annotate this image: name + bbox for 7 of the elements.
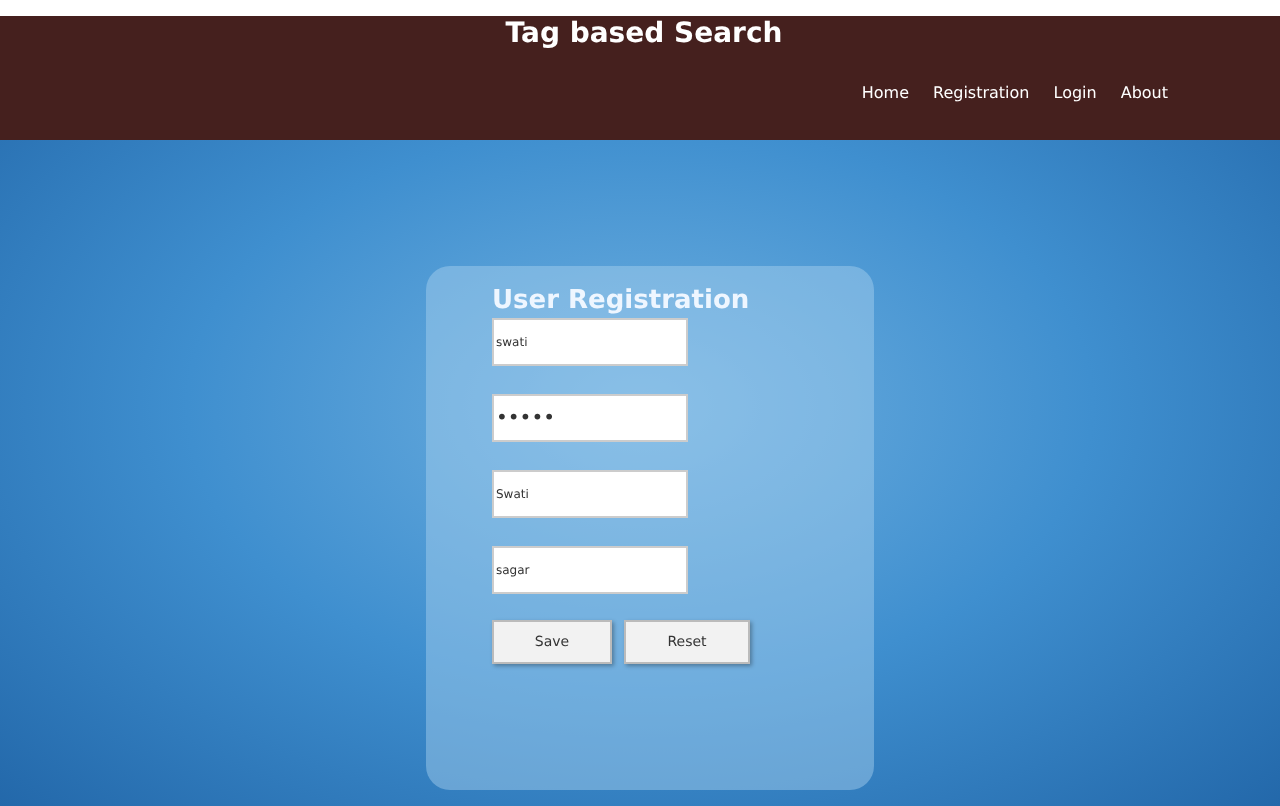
nav-link[interactable]: About [1120,84,1168,102]
site-title: Tag based Search [505,16,783,50]
form-title: User Registration [492,286,752,316]
nav-link[interactable]: Registration [933,84,1030,102]
nav-link[interactable]: Login [1053,84,1097,102]
input-field[interactable]: ••••• [492,394,688,442]
nav-link[interactable]: Home [861,84,909,102]
